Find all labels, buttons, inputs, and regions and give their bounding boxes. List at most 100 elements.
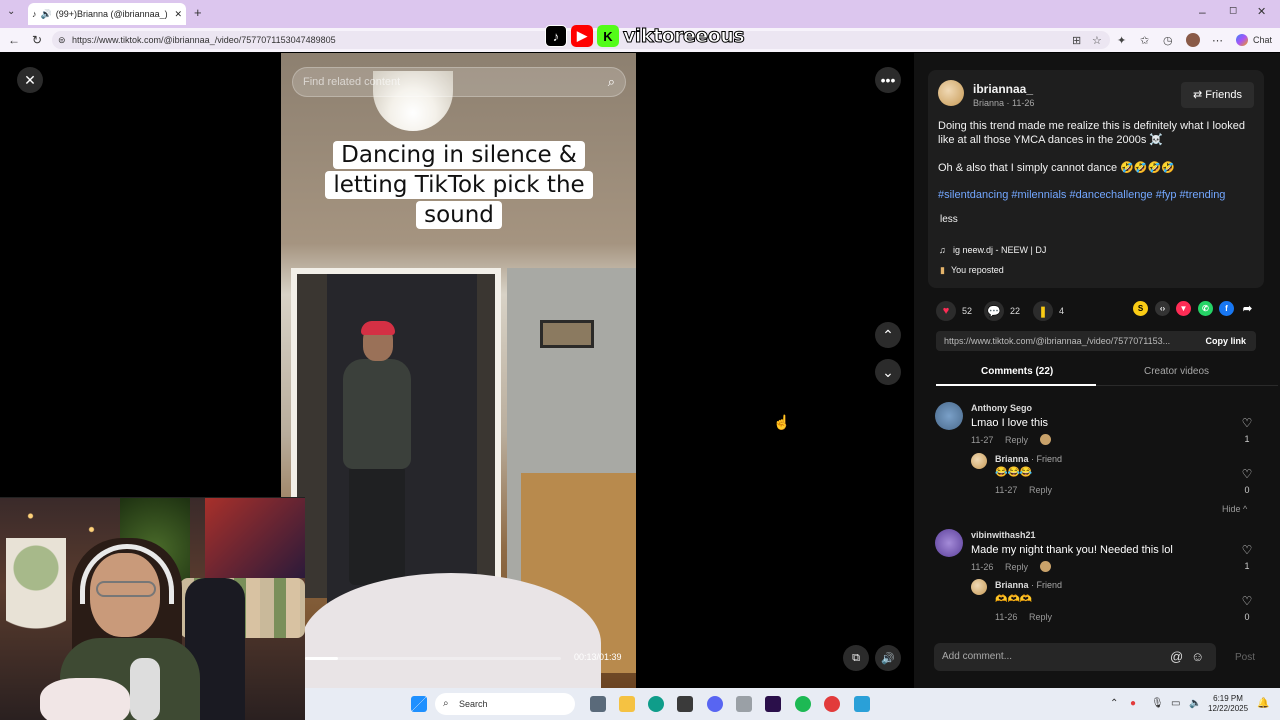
next-video-button[interactable]: ⌄ (875, 359, 901, 385)
add-comment-input[interactable]: Add comment... @ ☺ (934, 643, 1216, 671)
new-tab-button[interactable]: + (194, 5, 202, 20)
reply-like-icon[interactable]: ♡ (1240, 594, 1254, 608)
microphone-tray-icon[interactable]: 🎙 (1151, 698, 1164, 709)
site-info-icon[interactable]: ⊜ (58, 31, 66, 49)
app-install-icon[interactable]: ⊞ (1072, 34, 1081, 47)
save-action[interactable]: ❚ 4 (1033, 301, 1064, 321)
tab-comments[interactable]: Comments (22) (981, 366, 1053, 377)
hide-replies-button[interactable]: Hide ^ (1222, 504, 1247, 514)
file-explorer-icon[interactable] (619, 696, 635, 712)
back-arrow-icon[interactable]: ← (8, 33, 20, 47)
copy-link-button[interactable]: Copy link (1205, 331, 1246, 351)
tab-menu-chevron-icon[interactable]: ⌄ (7, 6, 15, 17)
discord-icon[interactable] (707, 696, 723, 712)
edge-icon[interactable] (648, 696, 664, 712)
reply-button[interactable]: Reply (1029, 612, 1052, 622)
author-username[interactable]: ibriannaa_ (973, 82, 1033, 96)
speaker-icon: 🔊 (881, 652, 895, 665)
comment-like-icon[interactable]: ♡ (1240, 416, 1254, 430)
close-tab-icon[interactable]: ✕ (174, 9, 182, 20)
share-arrow-icon[interactable]: ➦ (1240, 301, 1255, 316)
copilot-icon[interactable] (1236, 34, 1248, 46)
commenter-name[interactable]: vibinwithash21 (971, 530, 1036, 540)
taskbar-clock[interactable]: 6:19 PM 12/22/2025 (1208, 694, 1248, 714)
browser-tab[interactable]: ♪ 🔊 (99+)Brianna (@ibriannaa_) | T ✕ (28, 3, 186, 25)
refresh-icon[interactable]: ↻ (32, 33, 42, 47)
extensions-icon[interactable]: ✦ (1117, 34, 1126, 47)
commenter-name[interactable]: Anthony Sego (971, 403, 1032, 413)
video-progress-bar[interactable] (305, 657, 561, 660)
reply-author[interactable]: Brianna · Friend (995, 454, 1062, 464)
friends-button[interactable]: ⇄ Friends (1181, 82, 1254, 108)
send-to-friends-icon[interactable]: ▼ (1176, 301, 1191, 316)
video-player[interactable]: Find related content ⌕ Dancing in silenc… (281, 53, 636, 688)
windows-start-icon[interactable] (411, 696, 427, 712)
app-icon[interactable] (736, 696, 752, 712)
close-window-button[interactable]: ✕ (1257, 5, 1266, 18)
heart-icon[interactable]: ♥ (936, 301, 956, 321)
reposted-label: You reposted (951, 265, 1004, 275)
taskbar-search-label: Search (459, 699, 488, 709)
post-comment-button[interactable]: Post (1235, 652, 1255, 663)
comment-text: Made my night thank you! Needed this lol (971, 544, 1173, 556)
network-icon[interactable]: ▭ (1171, 698, 1180, 709)
kick-logo-icon: K (597, 25, 619, 47)
notification-icon[interactable]: 🔔 (1257, 698, 1269, 709)
author-avatar[interactable] (938, 80, 964, 106)
favorite-star-icon[interactable]: ☆ (1092, 34, 1102, 47)
history-icon[interactable]: ◷ (1163, 34, 1173, 47)
profile-avatar[interactable] (1186, 33, 1200, 47)
app-red-icon[interactable] (824, 696, 840, 712)
notepad-icon[interactable] (854, 696, 870, 712)
commenter-avatar[interactable] (935, 529, 963, 557)
favorites-icon[interactable]: ✩ (1140, 34, 1149, 47)
premiere-icon[interactable] (765, 696, 781, 712)
reply-avatar[interactable] (971, 579, 987, 595)
less-toggle[interactable]: less (940, 214, 958, 225)
previous-video-button[interactable]: ⌃ (875, 322, 901, 348)
reply-author[interactable]: Brianna · Friend (995, 580, 1062, 590)
bookmark-icon[interactable]: ❚ (1033, 301, 1053, 321)
emoji-icon[interactable]: ☺ (1191, 643, 1204, 671)
coin-share-icon[interactable]: S (1133, 301, 1148, 316)
mention-icon[interactable]: @ (1170, 643, 1183, 671)
whatsapp-icon[interactable]: ✆ (1198, 301, 1213, 316)
commenter-avatar[interactable] (935, 402, 963, 430)
like-action[interactable]: ♥ 52 (936, 301, 972, 321)
reply-button[interactable]: Reply (1005, 562, 1028, 572)
volume-tray-icon[interactable]: 🔈 (1189, 698, 1201, 709)
tab-creator-videos[interactable]: Creator videos (1144, 366, 1209, 377)
search-icon[interactable]: ⌕ (608, 68, 615, 96)
spotify-icon[interactable] (795, 696, 811, 712)
video-link-box[interactable]: https://www.tiktok.com/@ibriannaa_/video… (936, 331, 1256, 351)
minimize-button[interactable]: – (1199, 5, 1206, 19)
task-view-icon[interactable] (590, 696, 606, 712)
hashtags[interactable]: #silentdancing #milennials #dancechallen… (938, 189, 1225, 201)
store-icon[interactable] (677, 696, 693, 712)
music-title[interactable]: ig neew.dj - NEEW | DJ (953, 245, 1046, 255)
tray-app-icon[interactable]: ● (1130, 698, 1136, 709)
mouse-cursor-icon: ☝ (773, 414, 791, 430)
reply-button[interactable]: Reply (1005, 435, 1028, 445)
reply-avatar[interactable] (971, 453, 987, 469)
reply-button[interactable]: Reply (1029, 485, 1052, 495)
close-video-button[interactable]: ✕ (17, 67, 43, 93)
comment-count: 22 (1010, 306, 1021, 316)
embed-icon[interactable]: ‹› (1155, 301, 1170, 316)
comment-action[interactable]: 💬 22 (984, 301, 1020, 321)
reply-like-icon[interactable]: ♡ (1240, 467, 1254, 481)
taskbar-search[interactable]: ⌕ Search (435, 693, 575, 715)
facebook-icon[interactable]: f (1219, 301, 1234, 316)
comment-bubble-icon[interactable]: 💬 (984, 301, 1004, 321)
picture-in-picture-button[interactable]: ⧉ (843, 645, 869, 671)
find-related-search[interactable]: Find related content ⌕ (292, 67, 626, 97)
volume-button[interactable]: 🔊 (875, 645, 901, 671)
comment-like-icon[interactable]: ♡ (1240, 543, 1254, 557)
chat-label[interactable]: Chat (1253, 35, 1272, 45)
speaker-icon[interactable]: 🔊 (41, 9, 52, 20)
maximize-button[interactable]: ◻ (1229, 5, 1237, 16)
more-options-button[interactable]: ••• (875, 67, 901, 93)
friends-label: Friends (1205, 89, 1242, 101)
tray-chevron-up-icon[interactable]: ⌃ (1110, 698, 1118, 709)
more-menu-icon[interactable]: ⋯ (1212, 34, 1223, 47)
